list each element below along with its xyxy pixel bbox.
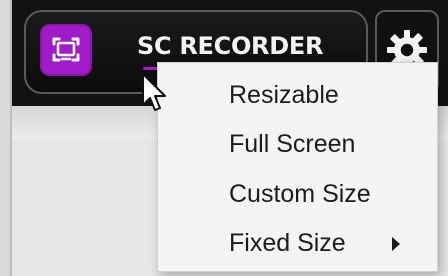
menu-item-label: Custom Size <box>229 180 371 208</box>
menu-item-label: Resizable <box>229 81 339 109</box>
menu-item-resizable[interactable]: Resizable <box>158 73 437 121</box>
context-menu: Resizable Full Screen Custom Size Fixed … <box>157 62 438 272</box>
menu-item-full-screen[interactable]: Full Screen <box>158 122 437 170</box>
app-title: SC RECORDER <box>137 32 324 60</box>
menu-item-fixed-size[interactable]: Fixed Size <box>158 221 437 269</box>
mouse-pointer-icon <box>142 73 166 111</box>
menu-item-custom-size[interactable]: Custom Size <box>158 172 437 220</box>
submenu-arrow-icon <box>392 237 400 251</box>
menu-item-label: Fixed Size <box>229 229 346 257</box>
menu-item-label: Full Screen <box>229 130 356 158</box>
screen-capture-icon[interactable] <box>40 24 92 76</box>
